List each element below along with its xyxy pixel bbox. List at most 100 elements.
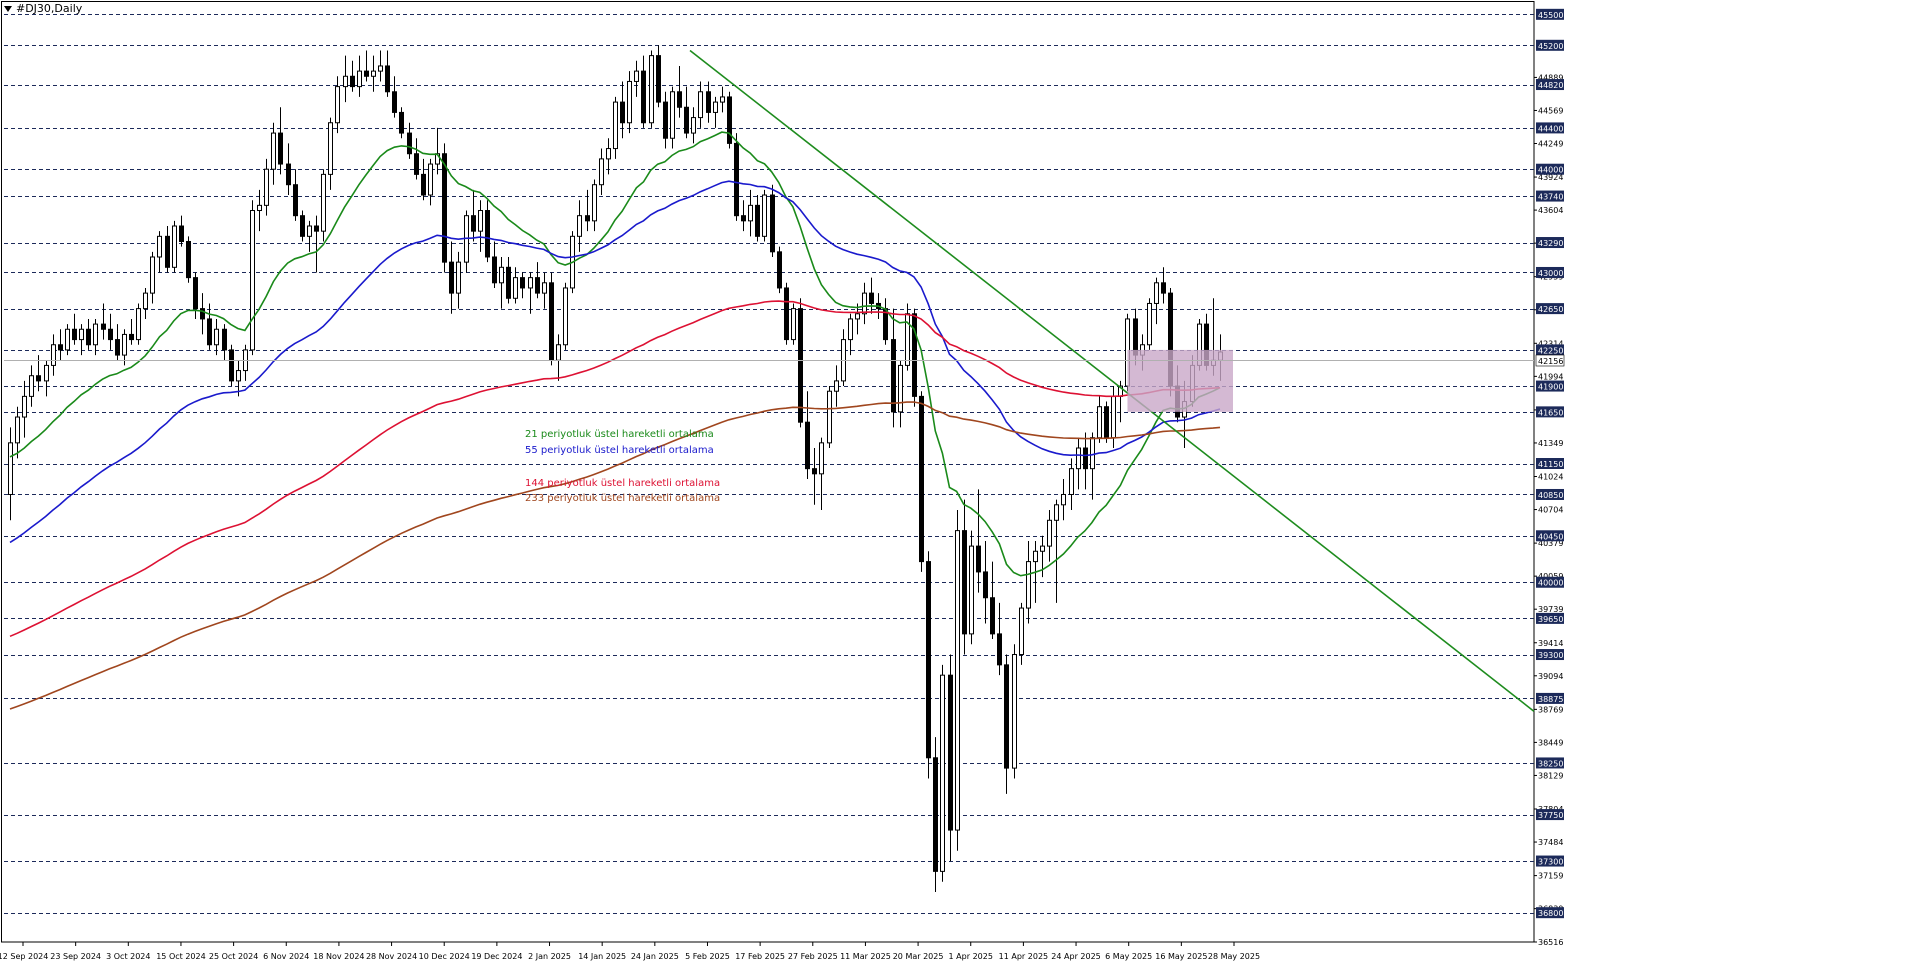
candle xyxy=(79,328,84,341)
axis-minor-label: 38449 xyxy=(1538,738,1563,747)
axis-minor-label: 39739 xyxy=(1538,605,1563,614)
candle xyxy=(620,101,625,124)
candle xyxy=(136,308,141,341)
candle xyxy=(222,328,227,351)
price-chart[interactable]: 21 periyotluk üstel hareketli ortalama 55… xyxy=(0,0,1916,963)
legend-label: 144 periyotluk üstel hareketli ortalama xyxy=(525,478,720,489)
candle xyxy=(193,277,198,310)
candle xyxy=(784,287,789,341)
candle xyxy=(421,173,426,196)
candle xyxy=(236,370,241,382)
candle xyxy=(634,70,639,82)
candle xyxy=(606,148,611,160)
candle xyxy=(58,344,63,351)
candle xyxy=(172,225,177,268)
candle xyxy=(51,344,56,366)
x-axis-label: 19 Dec 2024 xyxy=(471,952,522,961)
x-axis-label: 5 Feb 2025 xyxy=(685,952,730,961)
x-axis-label: 3 Oct 2024 xyxy=(106,952,150,961)
candle xyxy=(122,333,127,356)
candle xyxy=(919,395,924,563)
x-axis-label: 6 May 2025 xyxy=(1105,952,1152,961)
candle xyxy=(471,215,476,232)
candle xyxy=(955,530,960,831)
candle xyxy=(990,597,995,635)
candle xyxy=(328,122,333,175)
candle xyxy=(293,184,298,217)
level-badge-label: 45500 xyxy=(1538,11,1563,20)
candle xyxy=(385,65,390,93)
level-badge-label: 39650 xyxy=(1538,615,1563,624)
candle xyxy=(157,235,162,258)
candle xyxy=(278,132,283,165)
x-axis-label: 2 Jan 2025 xyxy=(528,952,571,961)
candle xyxy=(592,184,597,222)
candle xyxy=(727,96,732,144)
candle xyxy=(1097,406,1102,439)
x-axis-label: 16 May 2025 xyxy=(1155,952,1207,961)
legend-label: 233 periyotluk üstel hareketli ortalama xyxy=(525,493,720,504)
x-axis-label: 20 Mar 2025 xyxy=(893,952,944,961)
candle xyxy=(827,390,832,444)
candles xyxy=(8,45,1223,893)
candle xyxy=(556,344,561,361)
candle xyxy=(442,153,447,263)
x-axis-label: 24 Apr 2025 xyxy=(1051,952,1100,961)
candle xyxy=(542,282,547,294)
axis-minor-label: 36516 xyxy=(1538,938,1563,947)
candle xyxy=(1047,519,1052,547)
candle xyxy=(506,266,511,299)
candle xyxy=(485,210,490,258)
candle xyxy=(577,215,582,237)
x-axis-label: 23 Sep 2024 xyxy=(50,952,101,961)
candle xyxy=(713,101,718,113)
candle xyxy=(271,132,276,170)
candle xyxy=(15,416,20,444)
level-badge-label: 42250 xyxy=(1538,346,1563,355)
candle xyxy=(663,101,668,139)
x-axis-label: 27 Feb 2025 xyxy=(788,952,838,961)
candle xyxy=(414,153,419,175)
candle xyxy=(528,277,533,289)
level-badge-label: 41150 xyxy=(1538,460,1563,469)
candle xyxy=(1033,550,1038,563)
candle xyxy=(891,339,896,413)
candle xyxy=(649,55,654,124)
candle xyxy=(748,204,753,222)
candle xyxy=(115,339,120,356)
level-badge-label: 38875 xyxy=(1538,695,1563,704)
candle xyxy=(585,215,590,222)
candle xyxy=(29,375,34,397)
x-axis-label: 1 Apr 2025 xyxy=(949,952,993,961)
candle xyxy=(1104,406,1109,439)
level-badge-label: 44400 xyxy=(1538,124,1563,133)
x-axis-label: 12 Sep 2024 xyxy=(0,952,48,961)
candle xyxy=(343,75,348,88)
candle xyxy=(65,328,70,351)
candle xyxy=(834,380,839,392)
level-badge-label: 42650 xyxy=(1538,305,1563,314)
candle xyxy=(307,225,312,237)
x-axis-label: 28 May 2025 xyxy=(1208,952,1260,961)
axis-minor-label: 44569 xyxy=(1538,106,1563,115)
candle xyxy=(492,256,497,284)
axis-minor-label: 38129 xyxy=(1538,771,1563,780)
candle xyxy=(1154,282,1159,304)
candle xyxy=(513,277,518,299)
candle xyxy=(165,235,170,268)
level-badge-label: 38250 xyxy=(1538,759,1563,768)
axis-minor-label: 41994 xyxy=(1538,372,1563,381)
candle xyxy=(129,333,134,341)
x-axis-label: 28 Nov 2024 xyxy=(366,952,417,961)
candle xyxy=(599,158,604,186)
candle xyxy=(641,70,646,124)
axis-minor-label: 44249 xyxy=(1538,140,1563,149)
candle xyxy=(627,80,632,124)
candle xyxy=(1133,318,1138,356)
candle xyxy=(478,210,483,232)
candle xyxy=(1069,468,1074,495)
candle xyxy=(1147,302,1152,346)
candle xyxy=(428,163,433,196)
candle xyxy=(855,313,860,320)
candle xyxy=(407,132,412,155)
